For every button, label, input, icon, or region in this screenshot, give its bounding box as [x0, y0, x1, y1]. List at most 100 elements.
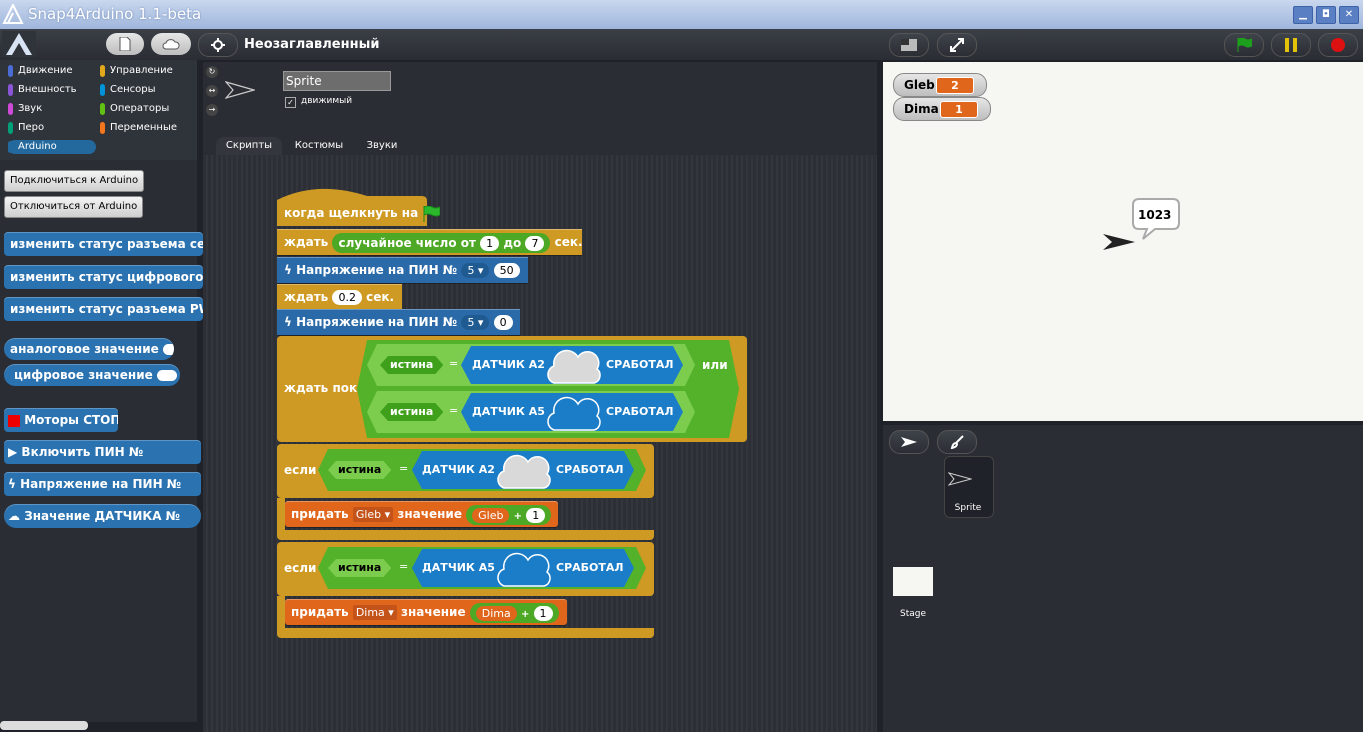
brush-icon: [950, 435, 964, 450]
category-9[interactable]: Arduino: [8, 140, 96, 154]
pause-button[interactable]: [1271, 33, 1311, 57]
category-6[interactable]: Операторы: [100, 102, 188, 116]
dima-variable-reporter[interactable]: Dima: [475, 605, 517, 621]
project-title: Неозаглавленный: [244, 37, 380, 52]
pin-value: 5: [467, 316, 475, 329]
category-4[interactable]: Сенсоры: [100, 83, 188, 97]
connect-arduino-button[interactable]: Подключиться к Arduino: [4, 170, 145, 192]
dropdown-slot[interactable]: [156, 370, 177, 381]
seconds-input[interactable]: 0.2: [332, 290, 362, 305]
category-5[interactable]: Звук: [8, 102, 96, 116]
palette-block-digital-value[interactable]: цифровое значение: [4, 364, 180, 386]
palette-block-pwm[interactable]: изменить статус разъема PWM: [4, 297, 203, 321]
variable-dropdown[interactable]: Gleb ▾: [352, 507, 394, 522]
random-reporter[interactable]: случайное число от 1 до 7: [332, 232, 551, 253]
palette-block-voltage[interactable]: ϟ Напряжение на ПИН №: [4, 472, 201, 496]
palette-block-label: изменить статус разъема PWM: [10, 302, 203, 316]
category-label: Перо: [18, 122, 45, 133]
sprite-arrow-icon[interactable]: [1102, 233, 1136, 251]
sprite-name-input[interactable]: Sprite: [283, 71, 391, 91]
hat-label: когда щелкнуть на: [284, 206, 419, 220]
value-label: значение: [397, 507, 462, 521]
category-color-swatch: [100, 122, 105, 134]
minimize-button[interactable]: ▁: [1293, 6, 1313, 24]
settings-button[interactable]: [198, 33, 238, 57]
watcher-value: 1: [940, 101, 978, 118]
equals-label: =: [399, 462, 409, 475]
plus-label: +: [513, 510, 523, 522]
to-label: до: [503, 235, 522, 250]
stop-icon: [1331, 38, 1345, 52]
variable-dropdown[interactable]: Dima ▾: [352, 605, 397, 620]
draggable-checkbox[interactable]: ✓: [285, 97, 296, 108]
palette-block-pin-on[interactable]: ▶ Включить ПИН №: [4, 440, 201, 464]
wait-block[interactable]: ждать случайное число от 1 до 7 сек.: [277, 229, 583, 255]
variable-watcher[interactable]: Dima 1: [893, 97, 991, 121]
lightning-icon: ϟ: [284, 263, 292, 277]
file-menu-button[interactable]: [106, 33, 144, 55]
triggered-label: СРАБОТАЛ: [606, 358, 674, 371]
palette-block-label: аналоговое значение: [10, 342, 159, 356]
voltage-block[interactable]: ϟ Напряжение на ПИН № 5 ▾ 50: [277, 257, 528, 283]
palette-block-digital[interactable]: изменить статус цифрового разъема: [4, 265, 203, 289]
variable-name: Dima: [355, 606, 385, 619]
watcher-name: Gleb: [904, 78, 935, 92]
cloud-menu-button[interactable]: [151, 33, 191, 55]
set-variable-block[interactable]: придать Gleb ▾ значение Gleb + 1: [285, 501, 558, 527]
stage-thumbnail[interactable]: [893, 567, 933, 596]
when-flag-clicked-block[interactable]: когда щелкнуть на: [277, 200, 441, 226]
voltage-input[interactable]: 0: [493, 315, 513, 330]
increment-input[interactable]: 1: [533, 605, 553, 621]
if-block-arm: [277, 596, 285, 630]
random-from-input[interactable]: 1: [480, 235, 500, 251]
voltage-block[interactable]: ϟ Напряжение на ПИН № 5 ▾ 0: [277, 309, 520, 335]
tab-sounds[interactable]: Звуки: [354, 137, 410, 155]
category-2[interactable]: Управление: [100, 64, 188, 78]
palette-block-analog[interactable]: аналоговое значение: [4, 338, 174, 360]
palette-block-sensor-value[interactable]: ☁ Значение ДАТЧИКА №: [4, 504, 201, 528]
true-reporter[interactable]: истина: [380, 403, 443, 421]
add-turtle-sprite-button[interactable]: [889, 430, 929, 454]
play-icon: ▶: [8, 445, 18, 459]
category-3[interactable]: Внешность: [8, 83, 96, 97]
rotation-style-button[interactable]: →: [206, 104, 218, 116]
palette-block-motors-stop[interactable]: Моторы СТОП: [4, 408, 118, 432]
rotation-style-button[interactable]: ↔: [206, 85, 218, 97]
presentation-mode-button[interactable]: [937, 33, 977, 57]
close-window-button[interactable]: ✕: [1339, 6, 1359, 24]
paint-new-sprite-button[interactable]: [937, 430, 977, 454]
speech-bubble-text: 1023: [1138, 208, 1172, 222]
wait-seconds-block[interactable]: ждать 0.2 сек.: [277, 284, 402, 310]
snap-logo-icon[interactable]: [2, 31, 36, 57]
triggered-label: СРАБОТАЛ: [556, 561, 624, 574]
gleb-variable-reporter[interactable]: Gleb: [472, 507, 510, 523]
maximize-button[interactable]: ◘: [1316, 6, 1336, 24]
disconnect-arduino-button[interactable]: Отключиться от Arduino: [4, 196, 144, 218]
true-reporter[interactable]: истина: [380, 356, 443, 374]
stage-size-button[interactable]: [889, 33, 929, 57]
increment-input[interactable]: 1: [526, 507, 546, 523]
rotation-style-button[interactable]: ↻: [206, 66, 218, 78]
voltage-input[interactable]: 50: [493, 263, 520, 278]
random-to-input[interactable]: 7: [525, 235, 545, 251]
true-reporter[interactable]: истина: [328, 461, 391, 479]
category-7[interactable]: Перо: [8, 121, 96, 135]
set-variable-block[interactable]: придать Dima ▾ значение Dima + 1: [285, 599, 567, 625]
stop-button[interactable]: [1318, 33, 1358, 57]
palette-block-servo[interactable]: изменить статус разъема серво: [4, 232, 203, 256]
turtle-arrow-icon: [901, 437, 917, 447]
palette-scrollbar[interactable]: [0, 721, 88, 730]
category-8[interactable]: Переменные: [100, 121, 188, 135]
variable-watcher[interactable]: Gleb 2: [893, 73, 987, 97]
true-reporter[interactable]: истина: [328, 559, 391, 577]
plus-reporter[interactable]: Dima + 1: [469, 602, 559, 623]
tab-scripts[interactable]: Скрипты: [216, 137, 282, 155]
pin-dropdown[interactable]: 5 ▾: [461, 315, 490, 330]
dropdown-slot[interactable]: [162, 344, 174, 355]
green-flag-button[interactable]: [1224, 33, 1264, 57]
pin-dropdown[interactable]: 5 ▾: [461, 263, 490, 278]
tab-costumes[interactable]: Костюмы: [286, 137, 352, 155]
category-1[interactable]: Движение: [8, 64, 96, 78]
plus-reporter[interactable]: Gleb + 1: [466, 504, 552, 525]
palette-block-label: изменить статус разъема серво: [10, 237, 203, 251]
